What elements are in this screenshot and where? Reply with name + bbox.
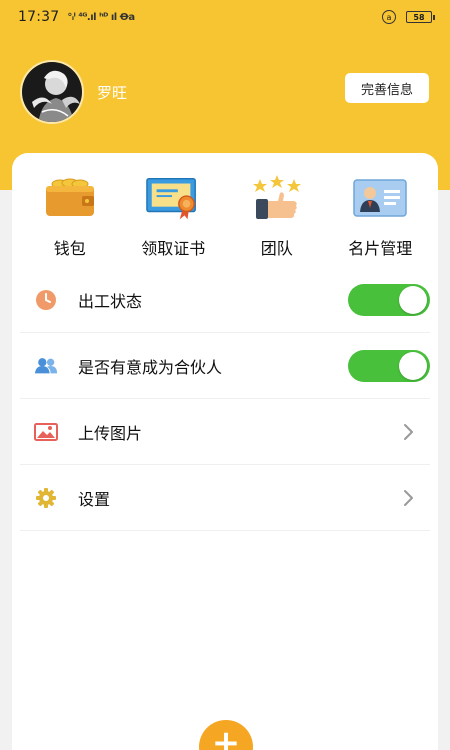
- username: 罗旺: [97, 83, 128, 102]
- profile-section: 罗旺: [20, 60, 127, 124]
- quick-action-label: 名片管理: [348, 239, 413, 258]
- battery-icon: 58: [406, 11, 435, 23]
- team-icon: [249, 175, 305, 221]
- wallet-icon: [42, 175, 98, 221]
- quick-action-wallet[interactable]: 钱包: [18, 175, 122, 265]
- chevron-right-icon: [404, 424, 413, 440]
- main-card: 钱包 领取证书 团队 名片管理 出工状态 是否有意成为合伙人 上传图片 设置: [12, 153, 438, 750]
- complete-info-button[interactable]: 完善信息: [345, 73, 429, 103]
- certificate-icon: [145, 175, 201, 221]
- toggle-knob: [399, 286, 427, 314]
- people-icon: [34, 354, 58, 378]
- status-time: 17:37: [18, 9, 60, 25]
- menu-item-upload-image[interactable]: 上传图片: [20, 399, 430, 465]
- menu-item-label: 出工状态: [78, 291, 143, 311]
- settings-icon: [34, 486, 58, 510]
- menu-item-label: 上传图片: [78, 423, 143, 443]
- quick-action-label: 钱包: [53, 239, 86, 258]
- quick-action-label: 领取证书: [141, 239, 206, 258]
- quick-actions: 钱包 领取证书 团队 名片管理: [12, 175, 438, 265]
- avatar-image: [22, 62, 82, 122]
- menu-item-label: 是否有意成为合伙人: [78, 357, 223, 377]
- menu-item-work-status: 出工状态: [20, 267, 430, 333]
- status-bar: 17:37 °ᵢᴵ ⁴ᴳ.ıl ʰᴰ ıl Ꝋa a 58: [0, 0, 450, 34]
- avatar[interactable]: [20, 60, 84, 124]
- chevron-right-icon: [404, 490, 413, 506]
- business-card-icon: [352, 175, 408, 221]
- quick-action-label: 团队: [260, 239, 293, 258]
- toggle-knob: [399, 352, 427, 380]
- clock-icon: [34, 288, 58, 312]
- menu-item-partner: 是否有意成为合伙人: [20, 333, 430, 399]
- image-icon: [34, 420, 58, 444]
- menu-item-settings[interactable]: 设置: [20, 465, 430, 531]
- plus-icon: +: [211, 723, 241, 750]
- lock-icon: a: [382, 10, 396, 24]
- quick-action-business-card[interactable]: 名片管理: [329, 175, 433, 265]
- menu-item-label: 设置: [78, 489, 111, 509]
- quick-action-team[interactable]: 团队: [225, 175, 329, 265]
- quick-action-certificate[interactable]: 领取证书: [122, 175, 226, 265]
- work-status-toggle[interactable]: [348, 284, 430, 316]
- network-indicator: °ᵢᴵ ⁴ᴳ.ıl ʰᴰ ıl Ꝋa: [67, 11, 135, 23]
- menu-list: 出工状态 是否有意成为合伙人 上传图片 设置: [20, 267, 430, 531]
- partner-toggle[interactable]: [348, 350, 430, 382]
